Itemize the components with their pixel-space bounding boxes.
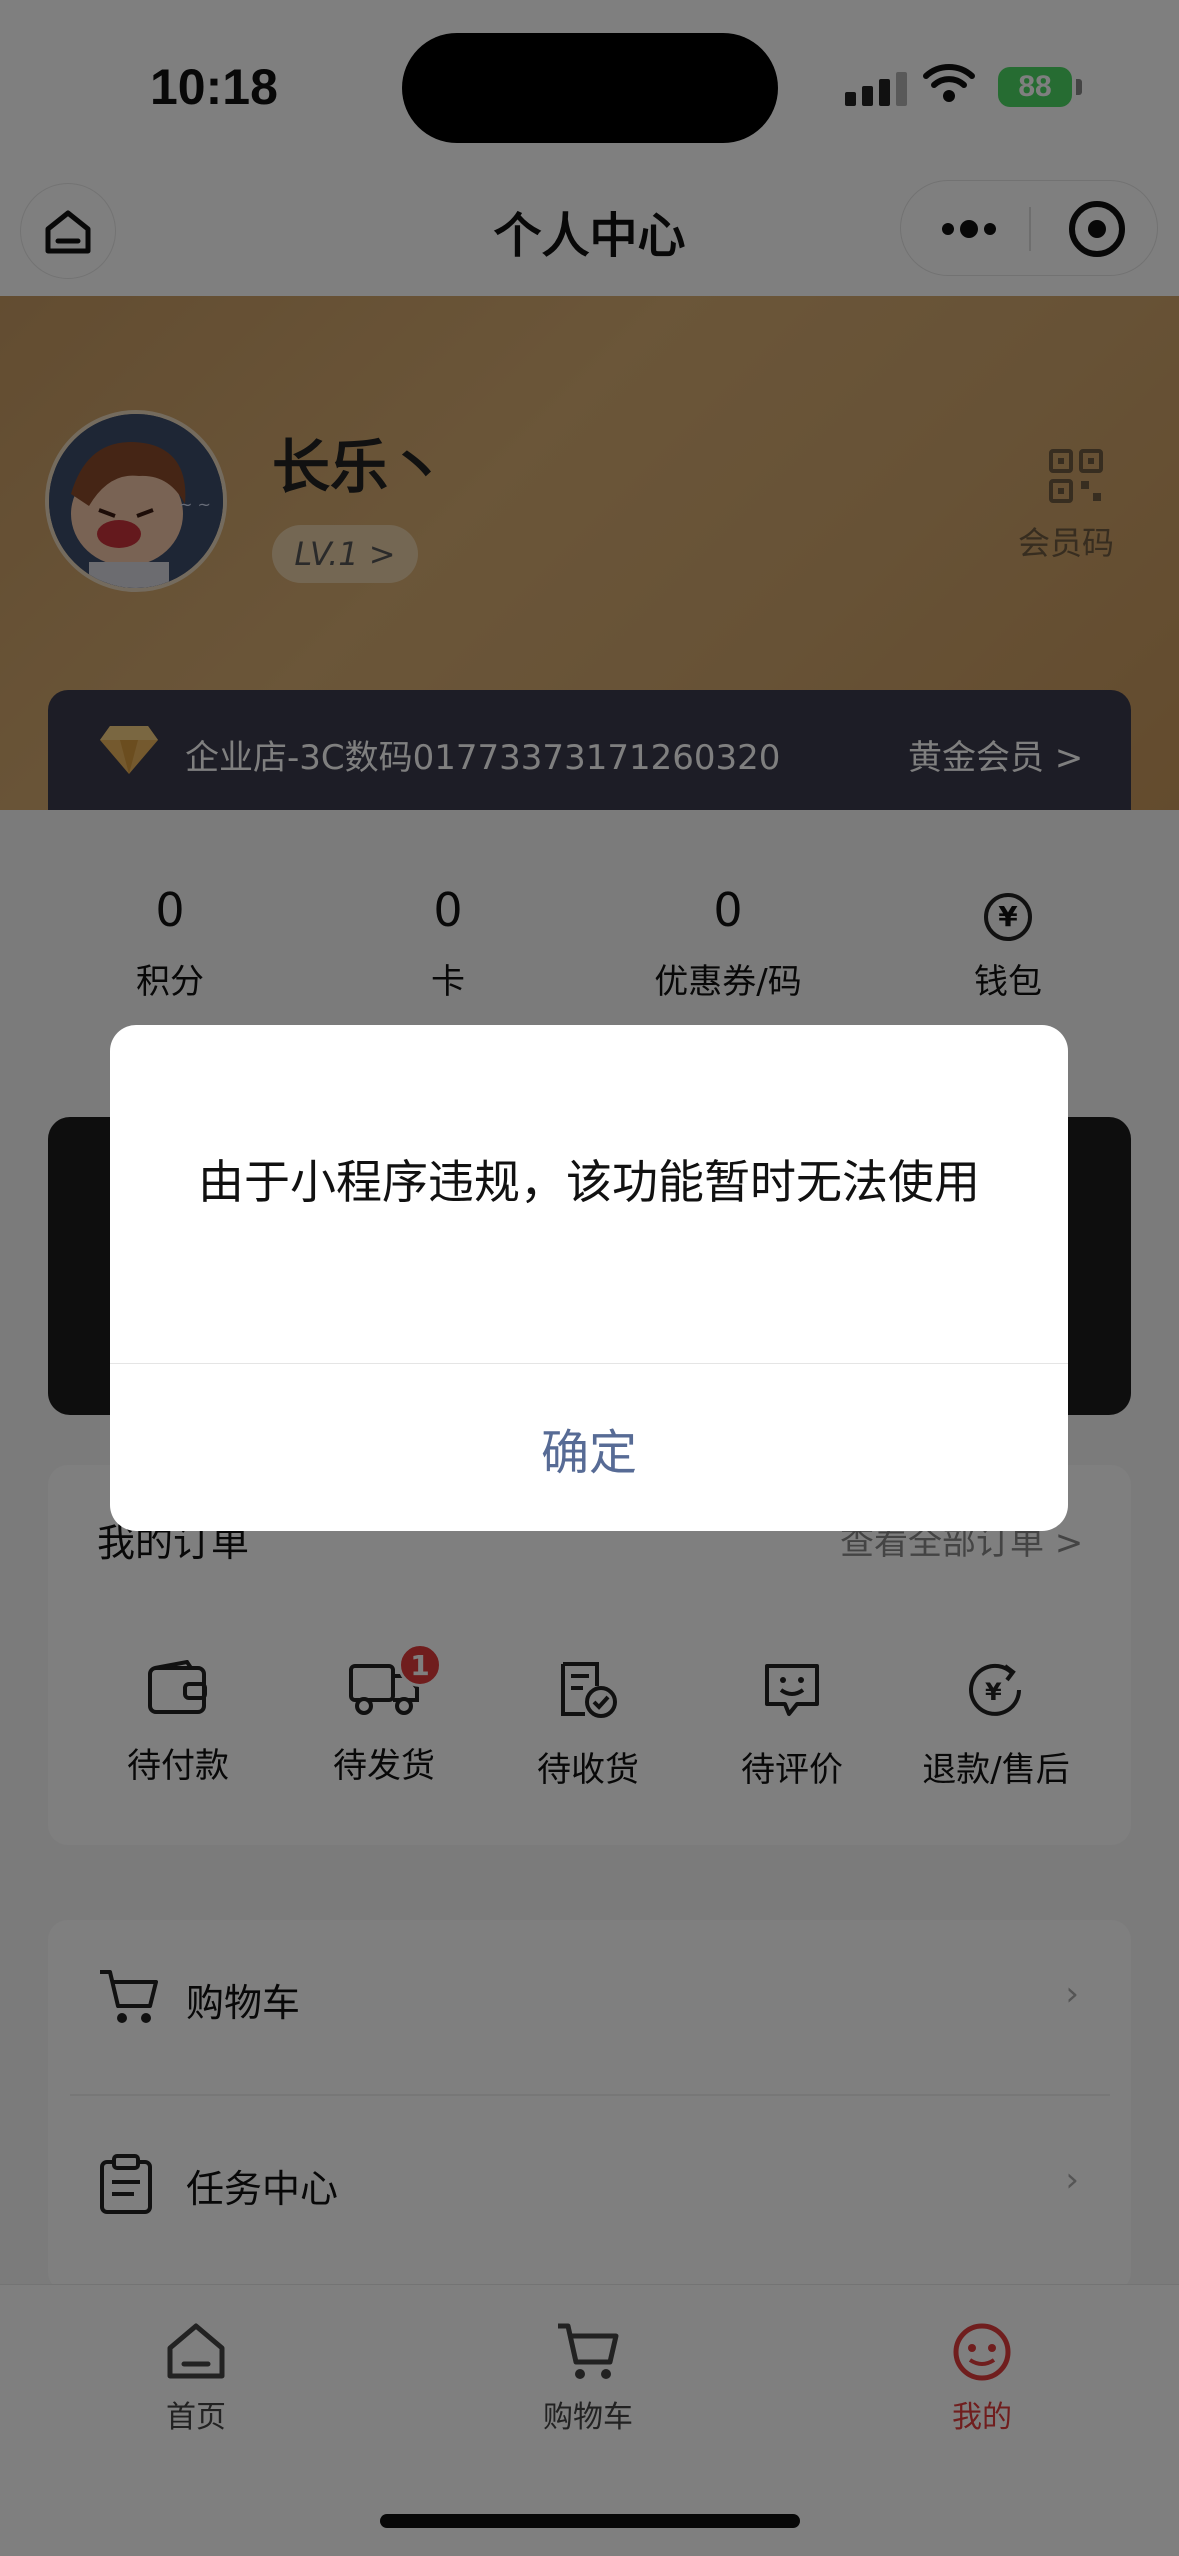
dialog-message: 由于小程序违规，该功能暂时无法使用 — [198, 1155, 980, 1209]
alert-dialog: 由于小程序违规，该功能暂时无法使用 确定 — [110, 1025, 1068, 1531]
confirm-button[interactable]: 确定 — [110, 1364, 1068, 1531]
